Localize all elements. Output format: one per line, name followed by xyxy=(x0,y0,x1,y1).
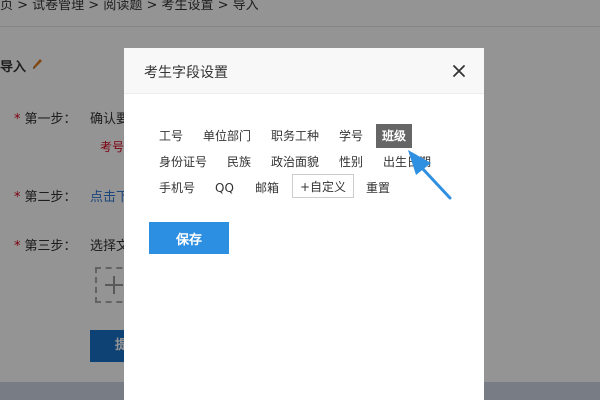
field-tag-gender[interactable]: 性别 xyxy=(339,152,363,172)
reset-button[interactable]: 重置 xyxy=(366,178,390,198)
field-tag-qq[interactable]: QQ xyxy=(215,178,234,198)
field-tag-phone[interactable]: 手机号 xyxy=(159,178,195,198)
field-settings-dialog: 考生字段设置 工号 单位部门 职务工种 学号 班级 身份证号 民族 政治面貌 性… xyxy=(124,48,484,400)
field-tag-email[interactable]: 邮箱 xyxy=(255,178,279,198)
field-tag-ethnicity[interactable]: 民族 xyxy=(227,152,251,172)
field-tag-class-active[interactable]: 班级 xyxy=(376,124,413,148)
field-tag-employee-id[interactable]: 工号 xyxy=(159,126,183,146)
add-custom-field-button[interactable]: +自定义 xyxy=(292,174,355,198)
save-button[interactable]: 保存 xyxy=(149,222,229,254)
dialog-title: 考生字段设置 xyxy=(144,65,228,81)
dialog-header: 考生字段设置 xyxy=(124,48,484,94)
field-tag-student-id[interactable]: 学号 xyxy=(339,126,363,146)
close-icon[interactable] xyxy=(450,62,468,80)
field-tag-political-status[interactable]: 政治面貌 xyxy=(271,152,319,172)
field-tag-department[interactable]: 单位部门 xyxy=(203,126,251,146)
field-tag-id-card[interactable]: 身份证号 xyxy=(159,152,207,172)
field-tag-job-title[interactable]: 职务工种 xyxy=(271,126,319,146)
field-tag-birth-date[interactable]: 出生日期 xyxy=(383,152,431,172)
